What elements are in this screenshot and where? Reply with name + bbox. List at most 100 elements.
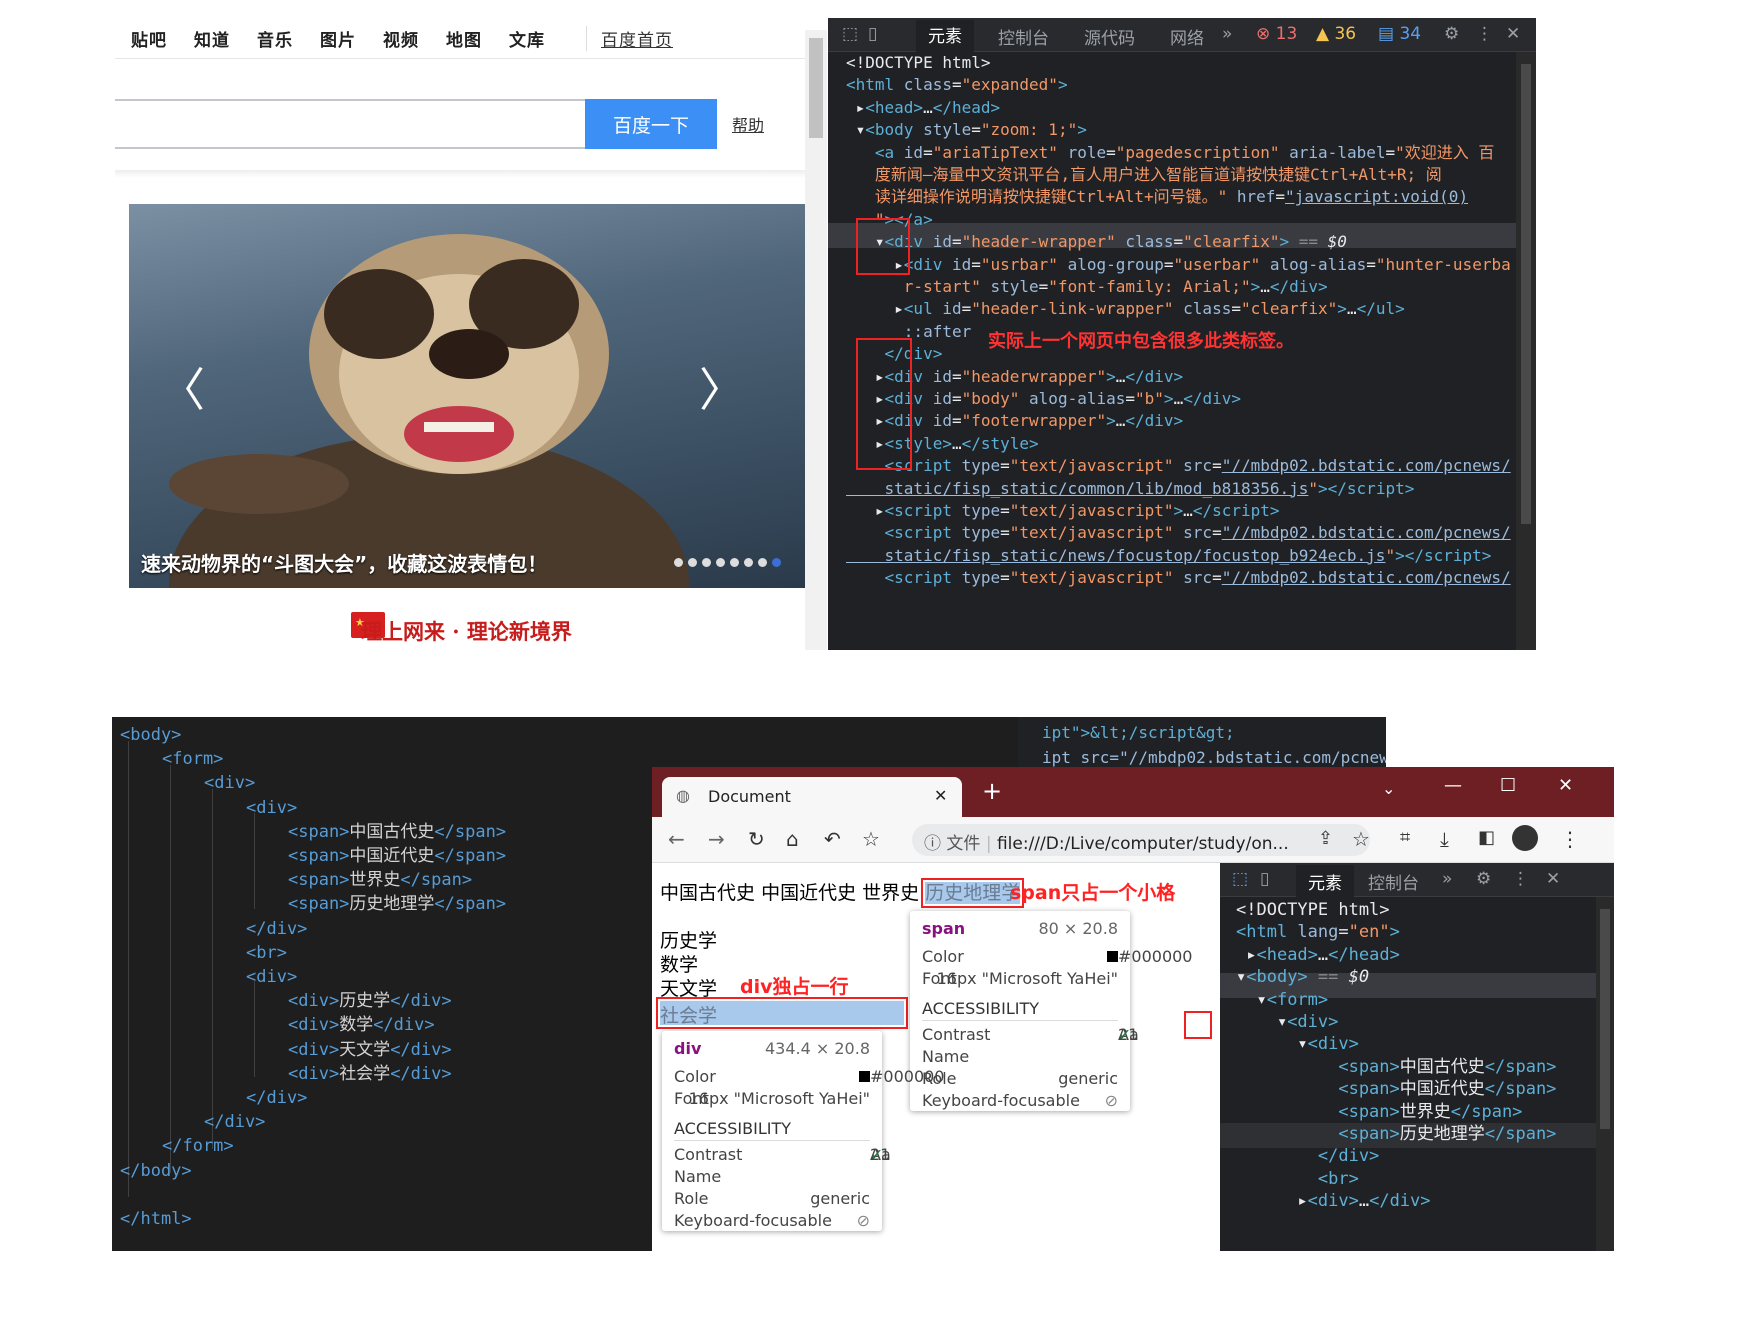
device-toggle-icon[interactable]: ▯ [868,24,877,44]
nav-map[interactable]: 地图 [446,26,482,51]
code-line[interactable]: <br> [1236,1168,1614,1190]
editor-line[interactable]: </form> [162,1134,234,1158]
editor-line[interactable]: <form> [162,747,223,771]
code-line[interactable]: <html class="expanded"> [846,74,1536,96]
bookmark-star-icon[interactable]: ☆ [1352,827,1370,851]
baidu-home-link[interactable]: 百度首页 [586,26,673,51]
code-line[interactable]: <!DOCTYPE html> [1236,899,1614,921]
page-scroll-thumb[interactable] [809,38,823,138]
code-line[interactable]: </div> [1236,1145,1614,1167]
code-line[interactable]: ▸<div id="body" alog-alias="b">…</div> [846,388,1536,410]
carousel[interactable]: 〈 〉 速来动物界的“斗图大会”，收藏这波表情包！ [129,204,805,588]
code-line[interactable]: 读详细操作说明请按快捷键Ctrl+Alt+问号键。" href="javascr… [846,186,1536,208]
editor-line[interactable]: </html> [120,1207,192,1231]
tab-search-icon[interactable]: ⌄ [1382,779,1395,798]
gear-icon[interactable]: ⚙ [1476,869,1491,889]
editor-line[interactable]: <div>历史学</div> [288,989,452,1013]
browser-tab[interactable]: ◍ Document ✕ [662,777,962,817]
help-link[interactable]: 帮助 [732,112,764,136]
editor-line[interactable]: </div> [246,1086,307,1110]
div-item-highlighted[interactable]: 社会学 [656,997,908,1029]
address-bar[interactable]: ⓘ 文件 | file:///D:/Live/computer/study/on… [912,824,1370,856]
editor-line[interactable]: <div> [246,965,297,989]
code-line[interactable]: <!DOCTYPE html> [846,52,1536,74]
tab-network[interactable]: 网络 [1170,24,1204,49]
code-line[interactable]: 度新闻—海量中文资讯平台,盲人用户进入智能盲道请按快捷键Ctrl+Alt+R; … [846,164,1536,186]
editor-line[interactable]: <div> [204,771,255,795]
window-close-icon[interactable]: ✕ [1558,775,1573,796]
editor-line[interactable]: </div> [246,917,307,941]
code-line[interactable]: ▸<style>…</style> [846,433,1536,455]
code-line[interactable]: <script type="text/javascript" src="//mb… [846,522,1536,544]
editor-line[interactable]: <span>中国古代史</span> [288,820,506,844]
code-line[interactable]: ▸<head>…</head> [846,97,1536,119]
editor-line[interactable]: <div>天文学</div> [288,1038,452,1062]
warning-count-badge[interactable]: ▲ 36 [1316,24,1356,44]
tab-elements[interactable]: 元素 [916,20,974,52]
more-tabs-icon[interactable]: » [1222,24,1232,44]
carousel-dot[interactable] [730,558,739,567]
kebab-menu-icon[interactable]: ⋮ [1512,869,1529,889]
code-line[interactable]: r-start" style="font-family: Arial;">…</… [846,276,1536,298]
devtools-scroll-thumb[interactable] [1521,64,1531,524]
code-line[interactable]: <span>世界史</span> [1236,1101,1614,1123]
tab-sources[interactable]: 源代码 [1084,24,1135,49]
code-line[interactable]: ▸<div id="usrbar" alog-group="userbar" a… [846,254,1536,276]
new-tab-button[interactable]: + [982,777,1002,805]
code-line[interactable]: static/fisp_static/common/lib/mod_b81835… [846,478,1536,500]
editor-line[interactable]: <span>中国近代史</span> [288,844,506,868]
code-line[interactable]: ▾<body style="zoom: 1;"> [846,119,1536,141]
page-scrollbar[interactable] [805,30,827,650]
carousel-dot[interactable] [674,558,683,567]
code-line[interactable]: <script type="text/javascript" src="//mb… [846,455,1536,477]
code-line[interactable]: <a id="ariaTipText" role="pagedescriptio… [846,142,1536,164]
back-icon[interactable]: ← [668,827,685,851]
editor-line[interactable]: </div> [204,1110,265,1134]
forward-icon[interactable]: → [708,827,725,851]
star-icon[interactable]: ☆ [862,827,880,851]
editor-line[interactable]: <div>社会学</div> [288,1062,452,1086]
nav-zhidao[interactable]: 知道 [194,26,230,51]
nav-tieba[interactable]: 贴吧 [131,26,167,51]
carousel-caption[interactable]: 速来动物界的“斗图大会”，收藏这波表情包！ [141,548,547,577]
tab-close-icon[interactable]: ✕ [934,786,947,805]
home-icon[interactable]: ⌂ [786,827,799,851]
code-line[interactable]: ▸<head>…</head> [1236,944,1614,966]
nav-wenku[interactable]: 文库 [509,26,545,51]
carousel-prev-button[interactable]: 〈 [159,354,205,420]
editor-line[interactable]: <span>世界史</span> [288,868,472,892]
undo-icon[interactable]: ↶ [824,827,841,851]
code-line[interactable]: "></a> [846,209,1536,231]
search-button[interactable]: 百度一下 [585,99,717,149]
carousel-dot[interactable] [688,558,697,567]
crop-icon[interactable]: ⌗ [1400,827,1410,848]
nav-video[interactable]: 视频 [383,26,419,51]
nav-images[interactable]: 图片 [320,26,356,51]
code-line[interactable]: ▾<body> == $0 [1236,966,1614,988]
span-item-highlighted[interactable]: 历史地理学 [921,878,1025,908]
code-line[interactable]: ▸<div>…</div> [1236,1190,1614,1212]
reload-icon[interactable]: ↻ [748,827,765,851]
editor-line[interactable]: <div> [246,796,297,820]
carousel-dot[interactable] [744,558,753,567]
code-line[interactable]: <script type="text/javascript" src="//mb… [846,567,1536,589]
editor-line[interactable]: <br> [246,941,287,965]
code-line[interactable]: ▸<script type="text/javascript">…</scrip… [846,500,1536,522]
code-line[interactable]: ▾<div id="header-wrapper" class="clearfi… [846,231,1536,253]
code-line[interactable]: ▸<ul id="header-link-wrapper" class="cle… [846,298,1536,320]
editor-line[interactable]: <div>数学</div> [288,1013,435,1037]
code-line[interactable]: <html lang="en"> [1236,921,1614,943]
carousel-dot[interactable] [772,558,781,567]
code-line[interactable]: <span>中国近代史</span> [1236,1078,1614,1100]
tab-elements[interactable]: 元素 [1296,865,1354,897]
search-input[interactable] [115,99,585,149]
editor-line[interactable]: </body> [120,1159,192,1183]
gear-icon[interactable]: ⚙ [1444,24,1459,44]
minimize-icon[interactable]: — [1444,775,1462,796]
code-line[interactable]: static/fisp_static/news/focustop/focusto… [846,545,1536,567]
code-line[interactable]: <span>中国古代史</span> [1236,1056,1614,1078]
avatar[interactable] [1512,825,1538,851]
inspect-icon[interactable]: ⬚ [842,24,858,44]
nav-music[interactable]: 音乐 [257,26,293,51]
kebab-menu-icon[interactable]: ⋮ [1476,24,1493,44]
